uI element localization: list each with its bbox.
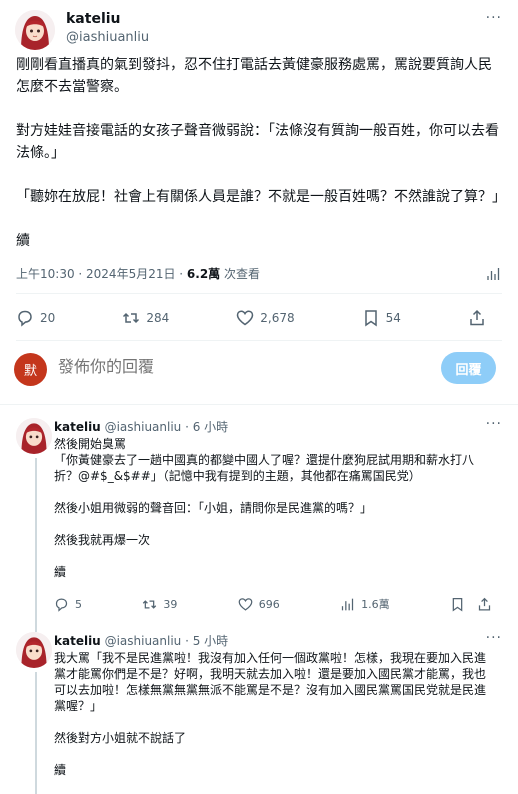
reply-count: 20 <box>40 311 56 325</box>
reply-line: 然後我就再爆一次 <box>54 533 151 547</box>
reply-header: kateliu @iashiuanliu · 5 小時 <box>54 632 228 649</box>
author-handle[interactable]: @iashiuanliu <box>105 634 182 648</box>
post-meta: 上午10:30 · 2024年5月21日 · 6.2萬 次查看 <box>16 265 260 282</box>
bookmark-icon <box>452 597 463 612</box>
anime-avatar-icon <box>16 418 52 454</box>
bookmark-action[interactable]: 54 <box>362 309 401 327</box>
repost-count: 39 <box>163 597 178 611</box>
author-name[interactable]: kateliu <box>54 420 101 434</box>
view-label: 次查看 <box>220 267 261 281</box>
share-icon <box>478 597 491 611</box>
heart-icon <box>236 310 254 326</box>
view-count: 1.6萬 <box>361 598 390 611</box>
view-count: 6.2萬 <box>186 267 221 281</box>
repost-action[interactable]: 39 <box>142 597 177 612</box>
post-paragraph: 「聽妳在放屁！社會上有關係人員是誰？不就是一般百姓嗎？不然誰說了算？」 <box>16 189 506 205</box>
author-handle[interactable]: @iashiuanliu <box>66 30 149 45</box>
like-count: 2,678 <box>260 311 295 325</box>
author-name[interactable]: kateliu <box>54 634 101 648</box>
anime-avatar-icon <box>15 10 55 50</box>
more-options-icon[interactable]: ··· <box>486 10 502 26</box>
reply-line: 然後對方小姐就不說話了 <box>54 731 187 745</box>
post-paragraph: 續 <box>16 233 30 249</box>
like-count: 696 <box>258 597 280 611</box>
post-paragraph: 剛剛看直播真的氣到發抖，忍不住打電話去黃健豪服務處罵，罵說要質詢人民怎麼不去當警… <box>16 57 492 95</box>
reply-text: 我大罵「我不是民進黨啦！我沒有加入任何一個政黨啦！怎樣，我現在要加入民進黨才能罵… <box>54 650 492 794</box>
reply-line: 然後開始臭罵 <box>54 437 127 451</box>
more-options-icon[interactable]: ··· <box>486 630 502 646</box>
reply-action[interactable]: 5 <box>54 597 82 612</box>
reply-icon <box>55 597 68 612</box>
thread-reply[interactable]: kateliu @iashiuanliu · 6 小時 ··· 然後開始臭罵 「… <box>0 404 518 632</box>
reply-action[interactable]: 20 <box>16 309 55 327</box>
reply-button[interactable]: 回覆 <box>441 352 496 384</box>
repost-icon <box>123 312 140 324</box>
reply-input[interactable] <box>58 357 418 376</box>
thread-connector <box>35 672 37 794</box>
anime-avatar-icon <box>16 632 52 668</box>
analytics-icon <box>342 598 354 610</box>
post-timestamp[interactable]: 上午10:30 · 2024年5月21日 · <box>16 267 187 281</box>
reply-line: 續 <box>54 565 67 579</box>
reply-composer: 默 回覆 <box>0 340 518 400</box>
reply-line: 然後小姐用微弱的聲音回：「小姐，請問你是民進黨的嗎？」 <box>54 501 373 515</box>
heart-icon <box>238 597 253 611</box>
reply-header: kateliu @iashiuanliu · 6 小時 <box>54 418 228 435</box>
share-action[interactable] <box>477 597 492 612</box>
reply-line: 「你黃健豪去了一趟中國真的都變中國人了喔？還提什麼狗屁試用期和薪水打八折？@#$… <box>54 453 475 483</box>
user-avatar[interactable]: 默 <box>14 353 47 386</box>
reply-action-bar: 5 39 696 1.6萬 <box>54 596 492 612</box>
reply-text: 然後開始臭罵 「你黃健豪去了一趟中國真的都變中國人了喔？還提什麼狗屁試用期和薪水… <box>54 436 492 596</box>
bookmark-action[interactable] <box>450 597 465 612</box>
thread-connector <box>35 458 37 632</box>
reply-line: 續 <box>54 763 67 777</box>
thread-reply[interactable]: kateliu @iashiuanliu · 5 小時 ··· 我大罵「我不是民… <box>0 624 518 794</box>
divider <box>16 293 502 294</box>
like-action[interactable]: 2,678 <box>236 309 295 327</box>
more-options-icon[interactable]: ··· <box>486 416 502 432</box>
reply-time[interactable]: · 6 小時 <box>181 420 228 434</box>
author-name[interactable]: kateliu <box>66 11 121 27</box>
reply-count: 5 <box>75 597 82 611</box>
reply-line: 我大罵「我不是民進黨啦！我沒有加入任何一個政黨啦！怎樣，我現在要加入民進黨才能罵… <box>54 651 487 713</box>
share-action[interactable] <box>468 309 486 327</box>
reply-time[interactable]: · 5 小時 <box>181 634 228 648</box>
repost-icon <box>143 599 157 609</box>
author-handle[interactable]: @iashiuanliu <box>105 420 182 434</box>
bookmark-count: 54 <box>385 311 401 325</box>
reply-icon <box>18 310 32 327</box>
post-paragraph: 對方娃娃音接電話的女孩子聲音微弱說：「法條沒有質詢一般百姓，你可以去看法條。」 <box>16 123 499 161</box>
repost-count: 284 <box>146 311 170 325</box>
share-icon <box>470 309 484 326</box>
author-avatar[interactable] <box>15 10 55 50</box>
bookmark-icon <box>364 310 377 327</box>
like-action[interactable]: 696 <box>238 597 280 612</box>
author-avatar[interactable] <box>16 632 52 668</box>
analytics-icon[interactable] <box>486 266 500 285</box>
author-avatar[interactable] <box>16 418 52 454</box>
repost-action[interactable]: 284 <box>122 309 169 327</box>
post-action-bar: 20 284 2,678 54 <box>16 306 486 330</box>
views-action[interactable]: 1.6萬 <box>340 596 390 612</box>
post-text: 剛剛看直播真的氣到發抖，忍不住打電話去黃健豪服務處罵，罵說要質詢人民怎麼不去當警… <box>16 54 506 252</box>
